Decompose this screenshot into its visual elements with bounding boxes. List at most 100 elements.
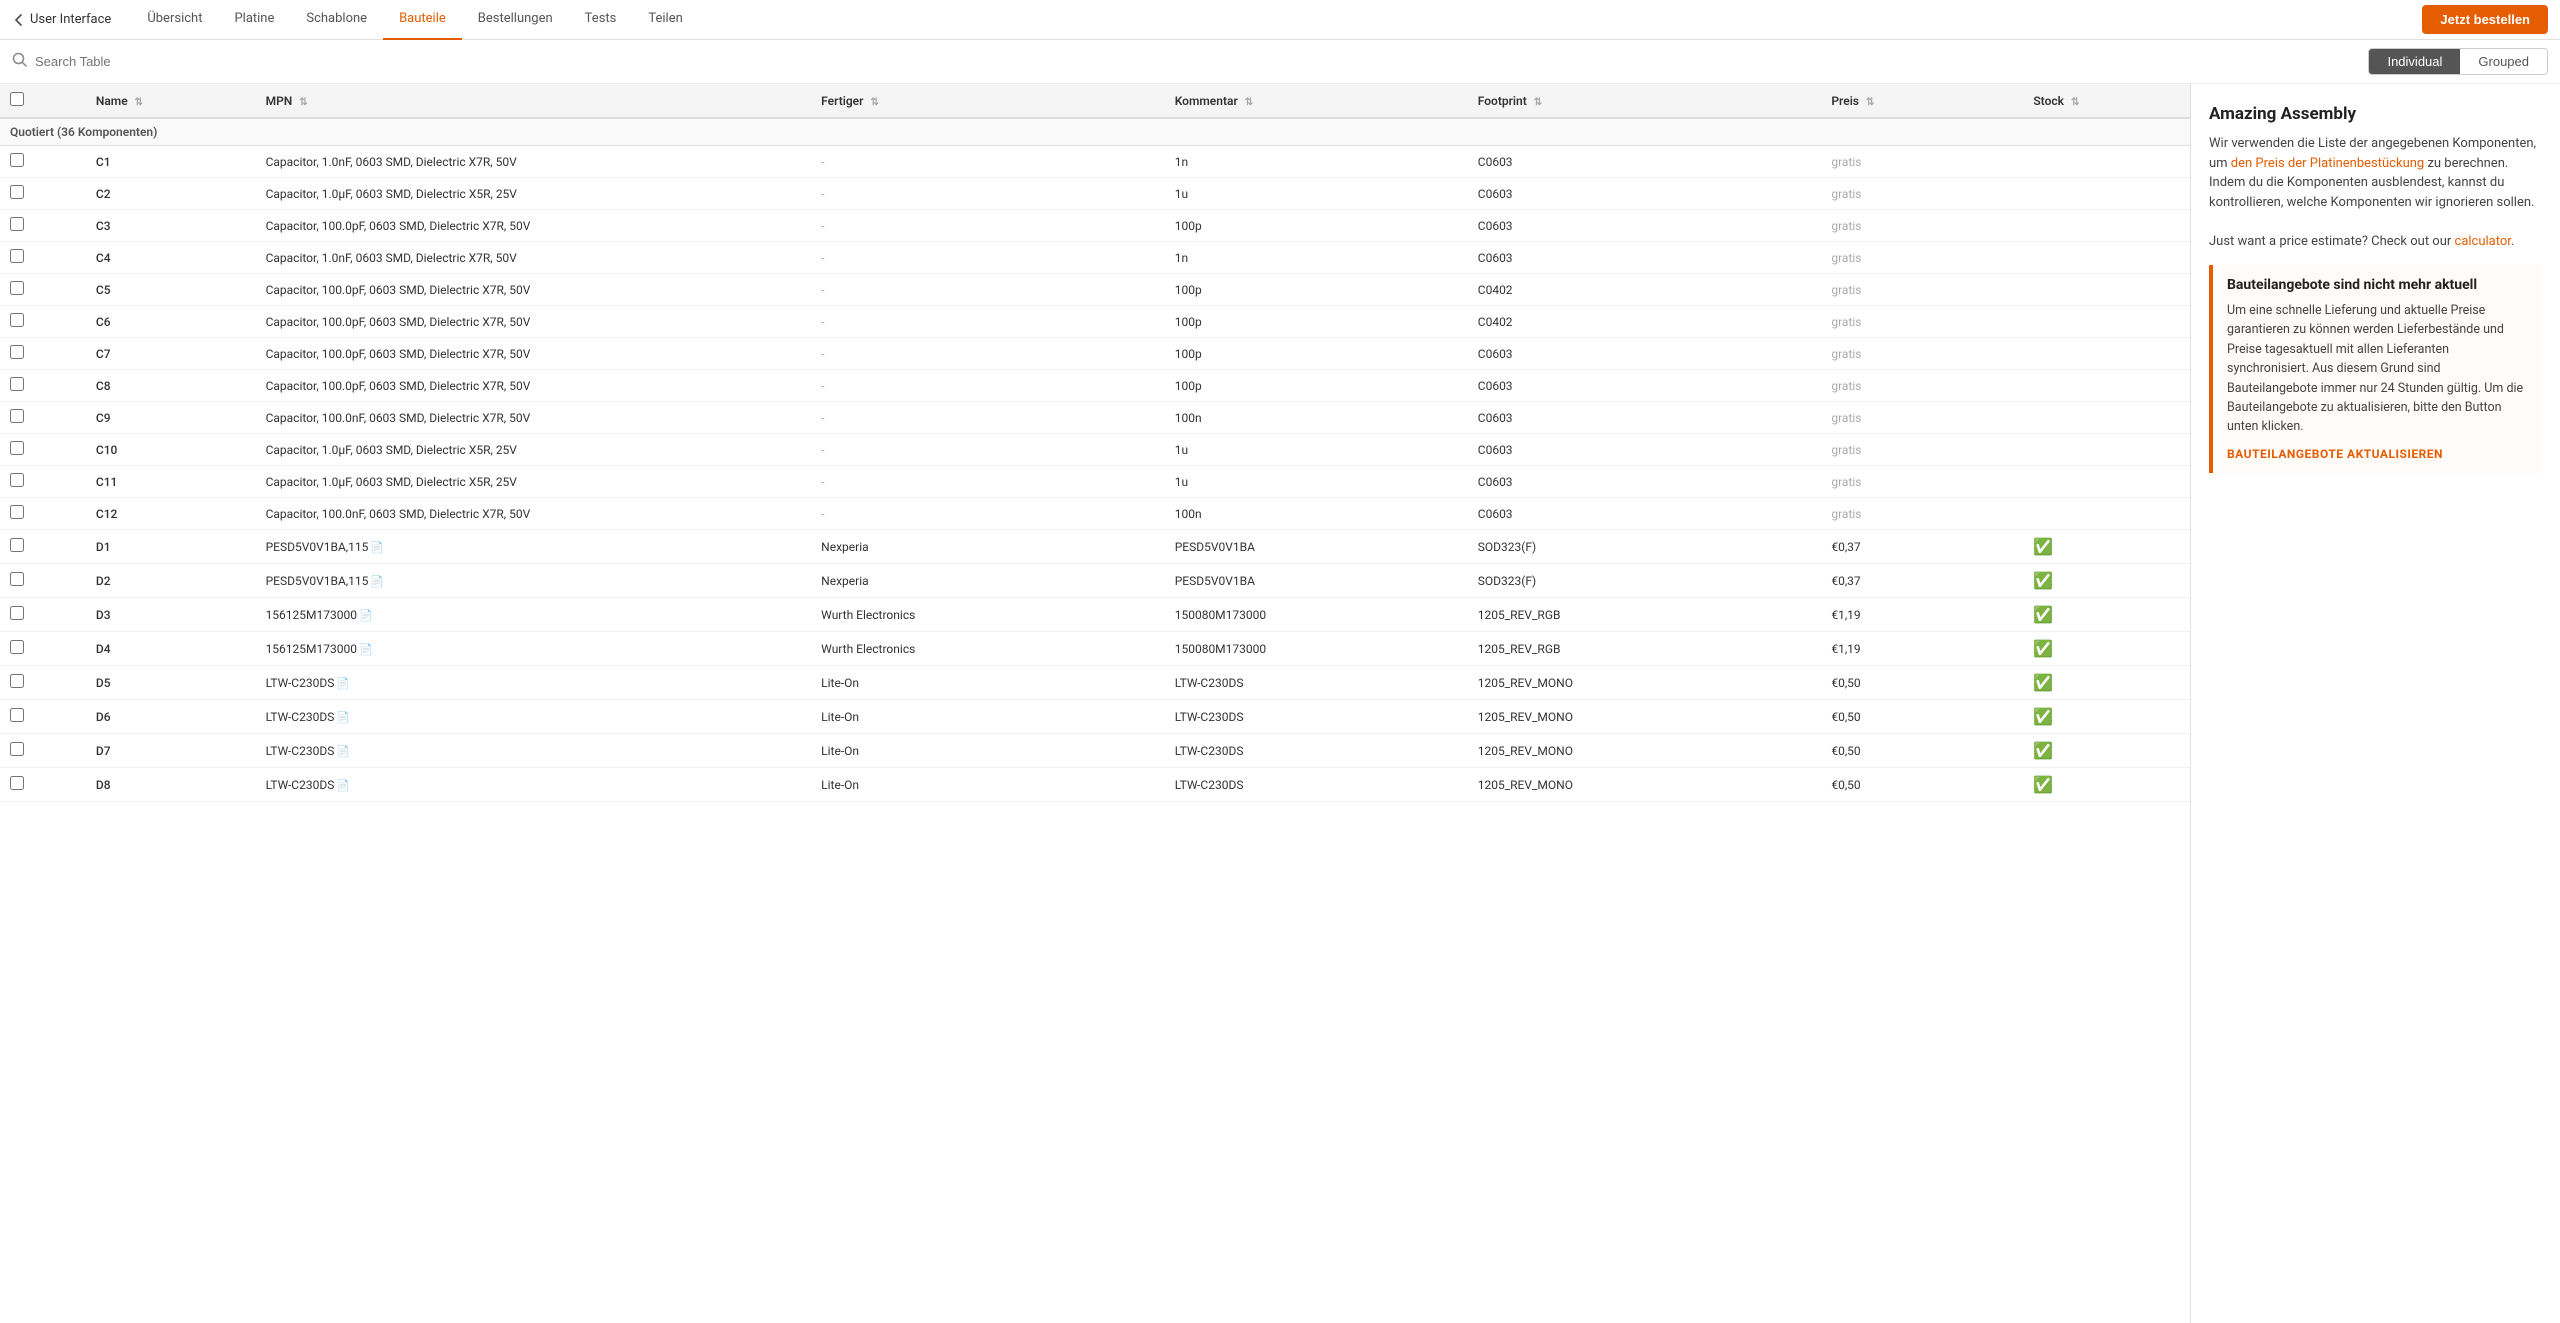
cell-stock	[2023, 498, 2190, 530]
row-checkbox-cell[interactable]	[0, 598, 86, 632]
tab-teilen[interactable]: Teilen	[632, 0, 698, 40]
cell-fertiger: -	[811, 402, 1165, 434]
doc-icon[interactable]: 📄	[370, 541, 384, 554]
col-preis[interactable]: Preis ⇅	[1821, 84, 2023, 118]
row-checkbox[interactable]	[10, 345, 24, 359]
row-checkbox[interactable]	[10, 377, 24, 391]
cell-preis: €0,50	[1821, 768, 2023, 802]
row-checkbox[interactable]	[10, 640, 24, 654]
cell-mpn: Capacitor, 1.0µF, 0603 SMD, Dielectric X…	[256, 466, 812, 498]
sidebar-link1[interactable]: den Preis der Platinenbestückung	[2231, 156, 2424, 171]
row-checkbox[interactable]	[10, 153, 24, 167]
row-checkbox-cell[interactable]	[0, 564, 86, 598]
col-stock[interactable]: Stock ⇅	[2023, 84, 2190, 118]
tab-schablone[interactable]: Schablone	[290, 0, 383, 40]
row-checkbox[interactable]	[10, 441, 24, 455]
table-panel: Name ⇅ MPN ⇅ Fertiger ⇅ Kommentar	[0, 84, 2190, 1323]
row-checkbox-cell[interactable]	[0, 466, 86, 498]
row-checkbox-cell[interactable]	[0, 146, 86, 178]
col-footprint[interactable]: Footprint ⇅	[1468, 84, 1822, 118]
row-checkbox[interactable]	[10, 776, 24, 790]
row-checkbox-cell[interactable]	[0, 338, 86, 370]
row-checkbox-cell[interactable]	[0, 306, 86, 338]
cell-footprint: C0603	[1468, 370, 1822, 402]
col-name[interactable]: Name ⇅	[86, 84, 256, 118]
tab-tests[interactable]: Tests	[569, 0, 633, 40]
sidebar-link2[interactable]: calculator	[2455, 234, 2511, 249]
doc-icon[interactable]: 📄	[336, 711, 350, 724]
table-row: C7 Capacitor, 100.0pF, 0603 SMD, Dielect…	[0, 338, 2190, 370]
cell-footprint: 1205_REV_MONO	[1468, 734, 1822, 768]
row-checkbox[interactable]	[10, 409, 24, 423]
cell-stock	[2023, 178, 2190, 210]
col-fertiger[interactable]: Fertiger ⇅	[811, 84, 1165, 118]
back-button[interactable]: User Interface	[12, 12, 111, 27]
row-checkbox[interactable]	[10, 674, 24, 688]
cell-mpn: 156125M173000📄	[256, 632, 812, 666]
cell-name: D8	[86, 768, 256, 802]
group-header-cell: Quotiert (36 Komponenten)	[0, 118, 2190, 146]
doc-icon[interactable]: 📄	[370, 575, 384, 588]
tab-bauteile[interactable]: Bauteile	[383, 0, 462, 40]
order-button[interactable]: Jetzt bestellen	[2422, 5, 2548, 34]
tab-bestellungen[interactable]: Bestellungen	[462, 0, 569, 40]
row-checkbox-cell[interactable]	[0, 700, 86, 734]
row-checkbox[interactable]	[10, 313, 24, 327]
row-checkbox-cell[interactable]	[0, 632, 86, 666]
col-kommentar[interactable]: Kommentar ⇅	[1165, 84, 1468, 118]
select-all-header[interactable]	[0, 84, 86, 118]
row-checkbox[interactable]	[10, 281, 24, 295]
doc-icon[interactable]: 📄	[336, 677, 350, 690]
row-checkbox[interactable]	[10, 217, 24, 231]
row-checkbox-cell[interactable]	[0, 242, 86, 274]
tab-ubersicht[interactable]: Übersicht	[131, 0, 218, 40]
row-checkbox[interactable]	[10, 185, 24, 199]
table-row: C3 Capacitor, 100.0pF, 0603 SMD, Dielect…	[0, 210, 2190, 242]
select-all-checkbox[interactable]	[10, 92, 24, 106]
update-offers-button[interactable]: BAUTEILANGEBOTE AKTUALISIEREN	[2227, 447, 2528, 461]
doc-icon[interactable]: 📄	[359, 609, 373, 622]
search-input[interactable]	[35, 54, 2360, 69]
doc-icon[interactable]: 📄	[336, 745, 350, 758]
col-mpn[interactable]: MPN ⇅	[256, 84, 812, 118]
footprint-sort-icon: ⇅	[1534, 97, 1542, 108]
row-checkbox-cell[interactable]	[0, 370, 86, 402]
row-checkbox[interactable]	[10, 742, 24, 756]
cell-footprint: 1205_REV_MONO	[1468, 768, 1822, 802]
cell-stock: ✅	[2023, 598, 2190, 632]
row-checkbox[interactable]	[10, 606, 24, 620]
row-checkbox-cell[interactable]	[0, 734, 86, 768]
row-checkbox[interactable]	[10, 538, 24, 552]
row-checkbox[interactable]	[10, 505, 24, 519]
row-checkbox-cell[interactable]	[0, 768, 86, 802]
row-checkbox[interactable]	[10, 572, 24, 586]
cell-fertiger: Lite-On	[811, 700, 1165, 734]
table-container[interactable]: Name ⇅ MPN ⇅ Fertiger ⇅ Kommentar	[0, 84, 2190, 1323]
row-checkbox-cell[interactable]	[0, 498, 86, 530]
cell-kommentar: 100p	[1165, 306, 1468, 338]
cell-mpn: LTW-C230DS📄	[256, 734, 812, 768]
row-checkbox[interactable]	[10, 708, 24, 722]
row-checkbox-cell[interactable]	[0, 402, 86, 434]
table-row: D4 156125M173000📄 Wurth Electronics 1500…	[0, 632, 2190, 666]
nav-tabs: Übersicht Platine Schablone Bauteile Bes…	[131, 0, 2548, 40]
row-checkbox[interactable]	[10, 249, 24, 263]
row-checkbox-cell[interactable]	[0, 210, 86, 242]
grouped-toggle[interactable]: Grouped	[2460, 49, 2547, 74]
doc-icon[interactable]: 📄	[359, 643, 373, 656]
cell-name: C12	[86, 498, 256, 530]
cell-mpn: LTW-C230DS📄	[256, 768, 812, 802]
row-checkbox-cell[interactable]	[0, 530, 86, 564]
individual-toggle[interactable]: Individual	[2369, 49, 2460, 74]
cell-mpn: Capacitor, 100.0pF, 0603 SMD, Dielectric…	[256, 274, 812, 306]
row-checkbox-cell[interactable]	[0, 274, 86, 306]
stock-sort-icon: ⇅	[2071, 97, 2079, 108]
doc-icon[interactable]: 📄	[336, 779, 350, 792]
row-checkbox-cell[interactable]	[0, 178, 86, 210]
tab-platine[interactable]: Platine	[218, 0, 290, 40]
row-checkbox[interactable]	[10, 473, 24, 487]
cell-footprint: C0603	[1468, 146, 1822, 178]
row-checkbox-cell[interactable]	[0, 434, 86, 466]
row-checkbox-cell[interactable]	[0, 666, 86, 700]
cell-kommentar: 1n	[1165, 242, 1468, 274]
